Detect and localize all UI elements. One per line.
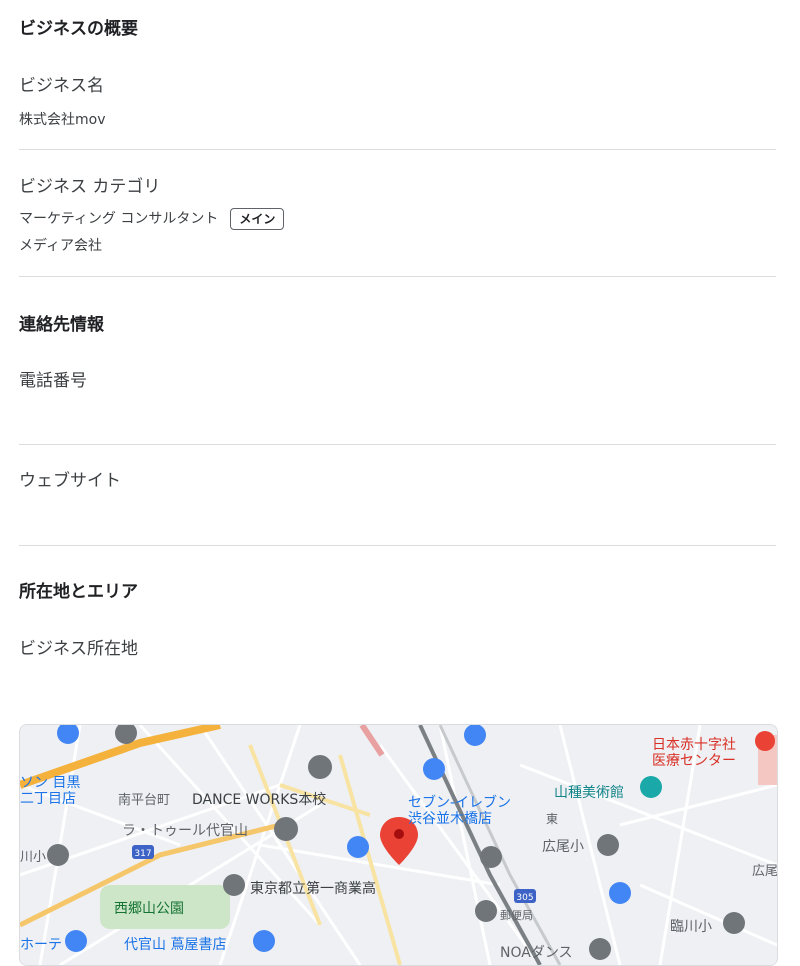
- divider: [19, 149, 776, 150]
- phone-label[interactable]: 電話番号: [19, 366, 87, 391]
- website-label[interactable]: ウェブサイト: [19, 466, 121, 491]
- primary-category-row[interactable]: マーケティング コンサルタント メイン: [19, 208, 285, 230]
- map-label-minamihiradai: 南平台町: [118, 792, 170, 808]
- map-label-post: 郵便局: [500, 909, 533, 922]
- map-label-high-school: 東京都立第一商業高: [250, 880, 376, 897]
- divider: [19, 444, 776, 445]
- business-name-label: ビジネス名: [19, 76, 104, 96]
- map-label-noa: NOAダンス: [500, 945, 573, 961]
- map-label-hiroo-school: 広尾小: [542, 839, 584, 855]
- map-label-red-cross: 日本赤十字社: [652, 737, 736, 753]
- business-address-label[interactable]: ビジネス所在地: [19, 634, 138, 659]
- map-label-hiroo: 広尾: [752, 864, 777, 879]
- map-label-red-cross-2: 医療センター: [652, 752, 736, 769]
- map-label-meguro: ソン 目黒: [20, 775, 80, 791]
- map-label-meguro-2: 二丁目店: [20, 791, 76, 807]
- map-label-school-left: 川小: [20, 850, 46, 865]
- divider: [19, 545, 776, 546]
- map-label-latour: ラ・トゥール代官山: [122, 823, 248, 839]
- map-label-dance: DANCE WORKS本校: [192, 791, 326, 808]
- location-map[interactable]: 317 305 日本赤十字社 医療センター ソン 目黒 二丁目店 南平台町 DA…: [19, 724, 778, 966]
- primary-badge: メイン: [230, 208, 285, 230]
- secondary-category-value[interactable]: メディア会社: [19, 235, 102, 255]
- map-label-yamatane: 山種美術館: [554, 784, 624, 801]
- business-name-value[interactable]: 株式会社mov: [19, 109, 106, 129]
- route-305-label: 305: [516, 893, 533, 903]
- map-label-seven: セブン-イレブン: [408, 794, 511, 811]
- section-title-location: 所在地とエリア: [19, 582, 138, 602]
- section-title-overview: ビジネスの概要: [19, 19, 138, 39]
- section-title-contact: 連絡先情報: [19, 315, 104, 335]
- business-category-label: ビジネス カテゴリ: [19, 177, 161, 197]
- map-label-saigoyama: 西郷山公園: [114, 901, 184, 917]
- divider: [19, 276, 776, 277]
- map-label-seven-2: 渋谷並木橋店: [408, 811, 492, 827]
- primary-category-value: マーケティング コンサルタント: [19, 211, 219, 227]
- route-317-label: 317: [134, 849, 151, 859]
- map-label-higashi: 東: [546, 812, 558, 826]
- map-label-rinsen: 臨川小: [670, 919, 712, 935]
